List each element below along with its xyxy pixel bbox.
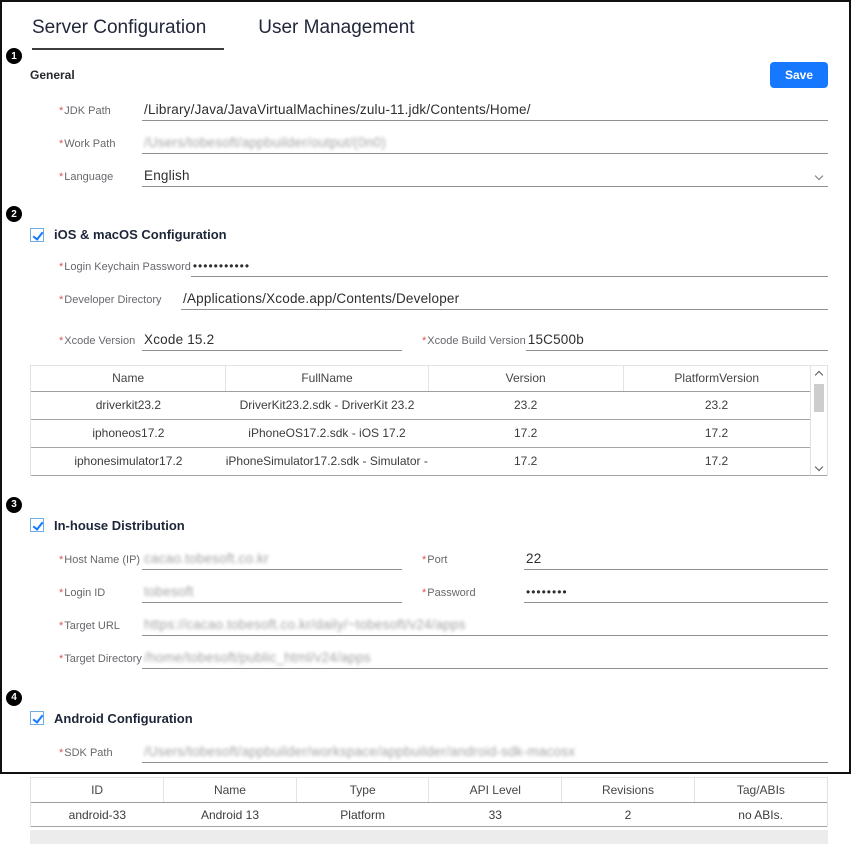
sdk-table-container: Name FullName Version PlatformVersion dr… — [30, 365, 828, 476]
sdk-path-input[interactable]: /Users/tobesoft/appbuilder/workspace/app… — [142, 744, 828, 763]
host-name-input[interactable]: cacao.tobesoft.co.kr — [142, 551, 402, 570]
column-header-id[interactable]: ID — [31, 778, 164, 803]
target-url-label: Target URL — [59, 620, 142, 636]
target-directory-input[interactable]: /home/tobesoft/public_html/v24/apps — [142, 650, 828, 669]
login-id-label: Login ID — [59, 587, 142, 603]
section-general: 1 General Save JDK Path /Library/Java/Ja… — [30, 62, 828, 187]
step-badge-2: 2 — [6, 206, 22, 222]
jdk-path-label: JDK Path — [59, 105, 142, 121]
work-path-input[interactable]: /Users/tobesoft/appbuilder/output/(0n0) — [142, 135, 828, 154]
password-label: Password — [422, 587, 524, 603]
ios-macos-section-title: iOS & macOS Configuration — [54, 227, 227, 242]
column-header-version[interactable]: Version — [428, 366, 623, 391]
target-directory-label: Target Directory — [59, 653, 142, 669]
xcode-build-version-label: Xcode Build Version — [422, 335, 526, 351]
target-url-input[interactable]: https://cacao.tobesoft.co.kr/daily/~tobe… — [142, 617, 828, 636]
android-sdk-table: ID Name Type API Level Revisions Tag/ABI… — [31, 778, 827, 828]
general-section-title: General — [30, 68, 75, 82]
table-row[interactable]: android-33 Android 13 Platform 33 2 no A… — [31, 803, 827, 827]
android-table-header-row: ID Name Type API Level Revisions Tag/ABI… — [31, 778, 827, 803]
step-badge-1: 1 — [6, 48, 22, 64]
section-android: 4 Android Configuration SDK Path /Users/… — [30, 711, 828, 844]
port-label: Port — [422, 554, 524, 570]
xcode-version-label: Xcode Version — [59, 335, 142, 351]
section-ios-macos: 2 iOS & macOS Configuration Login Keycha… — [30, 227, 828, 476]
tab-bar: Server Configuration User Management — [2, 2, 849, 50]
column-header-revisions[interactable]: Revisions — [562, 778, 695, 803]
table-row[interactable]: driverkit23.2 DriverKit23.2.sdk - Driver… — [31, 391, 810, 419]
developer-directory-input[interactable]: /Applications/Xcode.app/Contents/Develop… — [181, 291, 828, 310]
column-header-platformversion[interactable]: PlatformVersion — [623, 366, 810, 391]
column-header-tag-abis[interactable]: Tag/ABIs — [694, 778, 827, 803]
android-section-title: Android Configuration — [54, 711, 193, 726]
port-input[interactable]: 22 — [524, 551, 828, 570]
host-name-label: Host Name (IP) — [59, 554, 142, 570]
ios-sdk-table: Name FullName Version PlatformVersion dr… — [31, 366, 810, 476]
step-badge-4: 4 — [6, 690, 22, 706]
language-select[interactable]: English — [142, 168, 828, 187]
developer-directory-label: Developer Directory — [59, 294, 181, 310]
horizontal-scrollbar[interactable] — [30, 830, 828, 844]
column-header-api-level[interactable]: API Level — [429, 778, 562, 803]
xcode-version-input[interactable]: Xcode 15.2 — [142, 332, 402, 351]
password-input[interactable]: •••••••• — [524, 584, 828, 603]
inhouse-checkbox[interactable] — [30, 518, 44, 532]
tab-server-configuration[interactable]: Server Configuration — [32, 17, 224, 50]
column-header-type[interactable]: Type — [296, 778, 429, 803]
sdk-path-label: SDK Path — [59, 747, 142, 763]
android-table-container: ID Name Type API Level Revisions Tag/ABI… — [30, 777, 828, 828]
tab-user-management[interactable]: User Management — [258, 17, 414, 50]
scroll-up-icon[interactable] — [815, 371, 823, 379]
jdk-path-input[interactable]: /Library/Java/JavaVirtualMachines/zulu-1… — [142, 102, 828, 121]
column-header-name[interactable]: Name — [31, 366, 226, 391]
section-inhouse: 3 In-house Distribution Host Name (IP) c… — [30, 518, 828, 669]
keychain-password-label: Login Keychain Password — [59, 261, 191, 277]
login-id-input[interactable]: tobesoft — [142, 584, 402, 603]
table-row[interactable]: iphoneos17.2 iPhoneOS17.2.sdk - iOS 17.2… — [31, 419, 810, 447]
vertical-scrollbar[interactable] — [810, 366, 827, 476]
language-label: Language — [59, 171, 142, 187]
scroll-down-icon[interactable] — [815, 462, 823, 470]
keychain-password-input[interactable]: ••••••••••• — [191, 258, 828, 277]
step-badge-3: 3 — [6, 497, 22, 513]
xcode-build-version-input[interactable]: 15C500b — [526, 332, 828, 351]
android-checkbox[interactable] — [30, 711, 44, 725]
column-header-fullname[interactable]: FullName — [226, 366, 429, 391]
scrollbar-thumb[interactable] — [814, 384, 824, 412]
chevron-down-icon — [815, 172, 823, 180]
work-path-label: Work Path — [59, 138, 142, 154]
ios-sdk-table-header-row: Name FullName Version PlatformVersion — [31, 366, 810, 391]
ios-macos-checkbox[interactable] — [30, 228, 44, 242]
column-header-name[interactable]: Name — [164, 778, 297, 803]
inhouse-section-title: In-house Distribution — [54, 518, 185, 533]
table-row[interactable]: iphonesimulator17.2 iPhoneSimulator17.2.… — [31, 447, 810, 475]
save-button[interactable]: Save — [770, 62, 828, 88]
